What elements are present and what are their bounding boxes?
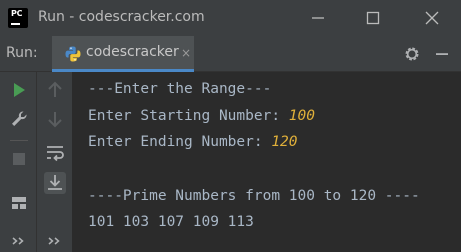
python-icon	[64, 45, 82, 63]
console-line: 101 103 107 109 113	[88, 214, 254, 230]
run-label: Run:	[6, 45, 38, 61]
window-title: Run - codescracker.com	[38, 9, 205, 25]
tab-label: codescracker	[86, 44, 179, 60]
scroll-to-end-button[interactable]	[44, 172, 66, 194]
play-icon	[14, 83, 25, 97]
next-occurrence-button[interactable]	[44, 108, 66, 130]
console-line: ---Enter the Range---	[88, 81, 272, 97]
console-line: ----Prime Numbers from 100 to 120 ----	[88, 188, 420, 204]
toolbar-divider	[36, 72, 37, 252]
close-icon	[425, 11, 439, 25]
user-input-end: 120	[271, 134, 298, 150]
close-button[interactable]	[420, 6, 444, 30]
hide-panel-button[interactable]	[432, 44, 452, 64]
tab-close-button[interactable]: ×	[181, 46, 191, 60]
prompt-text: Enter Starting Number:	[88, 108, 289, 124]
run-tool-header: Run: codescracker ×	[0, 36, 461, 72]
settings-button[interactable]	[402, 44, 422, 64]
stop-icon	[13, 153, 25, 165]
soft-wrap-button[interactable]	[44, 142, 66, 164]
more-actions-button-2[interactable]	[44, 230, 66, 252]
app-icon-text: PC	[11, 9, 23, 18]
layout-icon	[12, 197, 26, 209]
scroll-to-end-icon	[48, 175, 62, 190]
title-bar: PC Run - codescracker.com	[0, 0, 461, 36]
minimize-icon	[312, 17, 324, 19]
more-icon	[48, 237, 60, 245]
previous-occurrence-button[interactable]	[44, 79, 66, 101]
edit-configuration-button[interactable]	[8, 108, 30, 130]
minimize-button[interactable]	[306, 6, 330, 30]
console-line: Enter Ending Number: 120	[88, 134, 298, 150]
arrow-up-icon	[48, 81, 62, 97]
wrench-icon	[12, 111, 27, 126]
stop-button[interactable]	[8, 148, 30, 170]
toolbar-separator	[10, 140, 28, 141]
hide-icon	[436, 53, 448, 55]
gear-icon	[405, 47, 419, 61]
maximize-icon	[366, 11, 380, 25]
console-output[interactable]: ---Enter the Range--- Enter Starting Num…	[72, 72, 461, 252]
prompt-text: Enter Ending Number:	[88, 134, 272, 150]
arrow-down-icon	[48, 112, 62, 128]
maximize-button[interactable]	[361, 6, 385, 30]
rerun-button[interactable]	[8, 79, 30, 101]
user-input-start: 100	[288, 108, 315, 124]
console-line: Enter Starting Number: 100	[88, 108, 315, 124]
layout-button[interactable]	[8, 192, 30, 214]
more-icon	[12, 237, 24, 245]
pycharm-logo-icon: PC	[8, 8, 28, 28]
tab-codescracker[interactable]: codescracker ×	[52, 36, 194, 72]
more-actions-button[interactable]	[8, 230, 30, 252]
soft-wrap-icon	[47, 146, 64, 162]
